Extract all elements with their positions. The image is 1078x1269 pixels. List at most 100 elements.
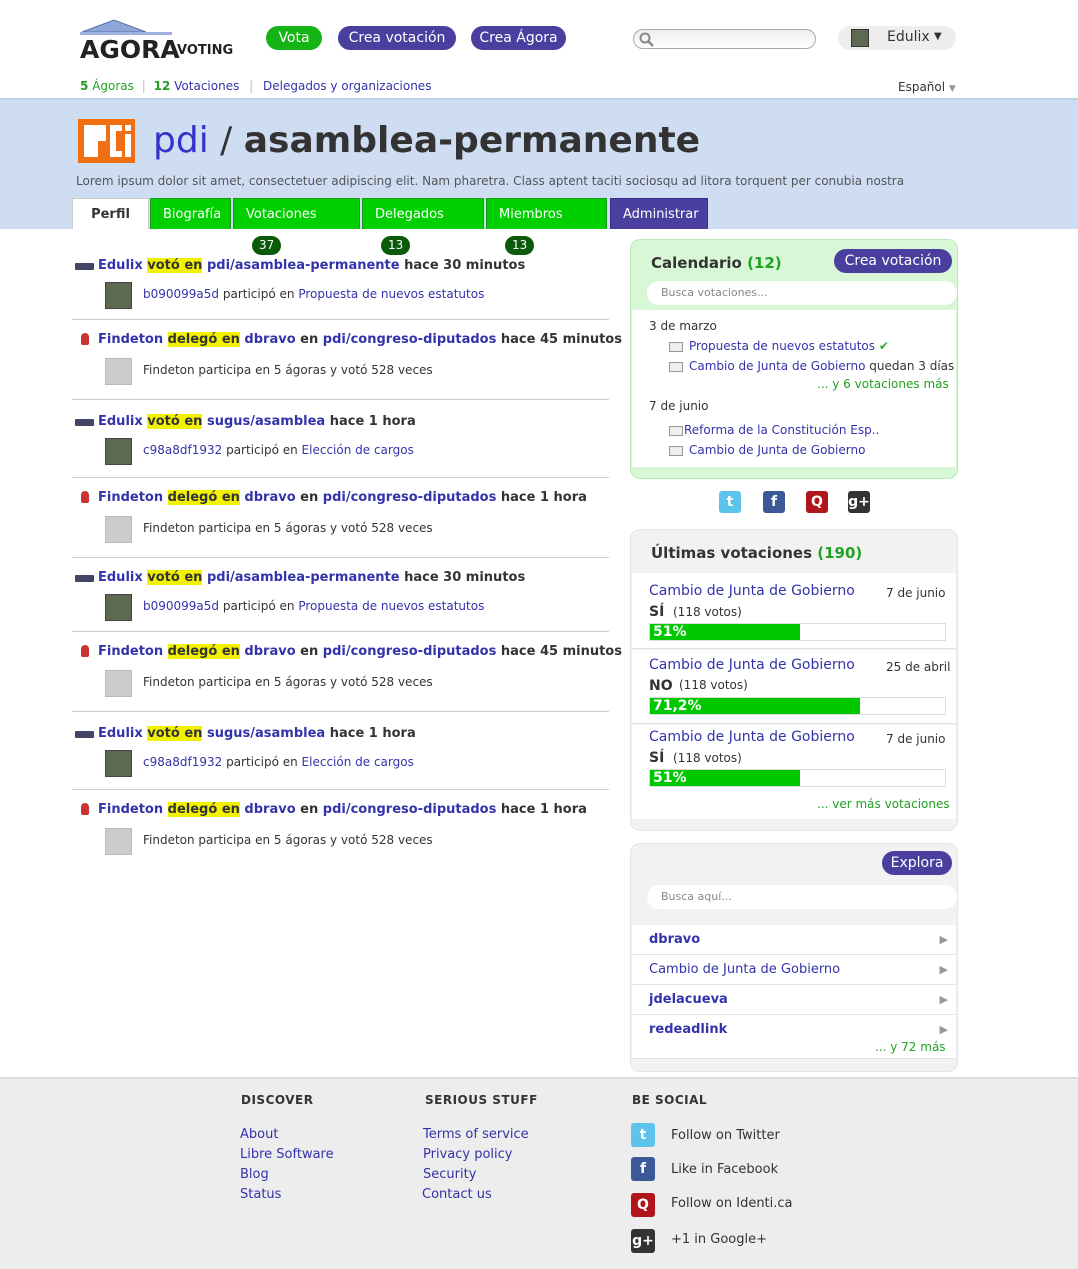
twitter-icon[interactable]: t [631,1123,655,1147]
feed-sub-user-link[interactable]: b090099a5d [143,599,219,613]
feed-sub-link[interactable]: Elección de cargos [302,755,414,769]
arrow-right-icon: ▶ [939,993,948,1006]
avatar[interactable] [105,750,132,777]
explore-item[interactable]: Cambio de Junta de Gobierno ▶ [632,955,956,985]
create-vote-button[interactable]: Crea votación [834,249,952,273]
googleplus-icon[interactable]: g+ [848,491,870,513]
avatar[interactable] [105,670,132,697]
footer-link-status[interactable]: Status [240,1187,281,1202]
footer-social-facebook[interactable]: Like in Facebook [671,1162,778,1177]
tab-administrar[interactable]: Administrar [610,198,708,229]
explore-item[interactable]: dbravo ▶ [632,925,956,955]
calendar-item[interactable]: Cambio de Junta de Gobierno [669,443,865,457]
twitter-icon[interactable]: t [719,491,741,513]
feed-target2-link[interactable]: pdi/congreso-diputados [323,802,497,817]
vote-title-link[interactable]: Cambio de Junta de Gobierno [649,729,855,745]
feed-sub-user-link[interactable]: b090099a5d [143,287,219,301]
identica-icon[interactable]: Q [631,1193,655,1217]
googleplus-icon[interactable]: g+ [631,1229,655,1253]
calendar-item-link[interactable]: Cambio de Junta de Gobierno [689,443,865,457]
feed-target-link[interactable]: dbravo [244,490,295,505]
calendar-search-input[interactable]: Busca votaciones... [647,281,957,305]
explore-item-link[interactable]: jdelacueva [649,992,728,1007]
feed-user-link[interactable]: Findeton [98,490,163,505]
more-link[interactable]: ... y 6 votaciones más [817,377,949,391]
tab-votaciones[interactable]: Votaciones 37 [233,198,360,255]
create-vote-button[interactable]: Crea votación [338,26,456,50]
calendar-more-link[interactable]: ... y 6 votaciones más [817,377,949,391]
tab-delegados[interactable]: Delegados 13 [362,198,484,255]
language-selector[interactable]: Español ▼ [898,80,956,94]
avatar[interactable] [105,438,132,465]
feed-user-link[interactable]: Edulix [98,726,143,741]
facebook-icon[interactable]: f [631,1157,655,1181]
footer-link-contact[interactable]: Contact us [422,1187,492,1202]
feed-target-link[interactable]: pdi/asamblea-permanente [207,570,400,585]
agoras-link[interactable]: Ágoras [92,79,134,93]
feed-sub-user-link[interactable]: c98a8df1932 [143,755,222,769]
facebook-icon[interactable]: f [763,491,785,513]
footer-social-twitter[interactable]: Follow on Twitter [671,1128,780,1143]
footer-link-blog[interactable]: Blog [240,1167,269,1182]
feed-user-link[interactable]: Findeton [98,644,163,659]
calendar-item-link[interactable]: Cambio de Junta de Gobierno [689,359,865,373]
feed-target2-link[interactable]: pdi/congreso-diputados [323,644,497,659]
explore-item-link[interactable]: Cambio de Junta de Gobierno [649,962,840,977]
feed-user-link[interactable]: Findeton [98,332,163,347]
avatar[interactable] [105,828,132,855]
footer-social-googleplus[interactable]: +1 in Google+ [671,1232,767,1247]
feed-target2-link[interactable]: pdi/congreso-diputados [323,332,497,347]
footer-link-terms[interactable]: Terms of service [423,1127,529,1142]
agora-voting-logo[interactable]: AGORA VOTING [78,18,243,64]
calendar-item[interactable]: Propuesta de nuevos estatutos ✔ [669,339,889,353]
calendar-item-link[interactable]: Reforma de la Constitución Esp.. [684,423,879,437]
feed-target2-link[interactable]: pdi/congreso-diputados [323,490,497,505]
tab-biografia[interactable]: Biografía [150,198,231,229]
identica-icon[interactable]: Q [806,491,828,513]
vote-title-link[interactable]: Cambio de Junta de Gobierno [649,657,855,673]
explore-search-input[interactable]: Busca aquí... [647,885,957,909]
feed-sub-link[interactable]: Elección de cargos [302,443,414,457]
tab-perfil[interactable]: Perfil [72,198,149,229]
feed-user-link[interactable]: Edulix [98,570,143,585]
footer-link-libre-software[interactable]: Libre Software [240,1147,334,1162]
feed-user-link[interactable]: Findeton [98,802,163,817]
feed-target-link[interactable]: pdi/asamblea-permanente [207,258,400,273]
feed-target-link[interactable]: dbravo [244,644,295,659]
calendar-item[interactable]: Cambio de Junta de Gobierno quedan 3 día… [669,359,954,373]
calendar-item[interactable]: Reforma de la Constitución Esp.. [669,423,879,437]
explore-item[interactable]: jdelacueva ▶ [632,985,956,1015]
avatar[interactable] [105,594,132,621]
feed-target-link[interactable]: dbravo [244,802,295,817]
calendar-item-link[interactable]: Propuesta de nuevos estatutos [689,339,875,353]
explore-item-link[interactable]: redeadlink [649,1022,727,1037]
footer-link-about[interactable]: About [240,1127,278,1142]
avatar[interactable] [105,358,132,385]
feed-user-link[interactable]: Edulix [98,258,143,273]
feed-sub-user-link[interactable]: c98a8df1932 [143,443,222,457]
create-agora-button[interactable]: Crea Ágora [471,26,566,50]
explore-item-link[interactable]: dbravo [649,932,700,947]
footer-link-privacy[interactable]: Privacy policy [423,1147,512,1162]
feed-target-link[interactable]: sugus/asamblea [207,414,325,429]
feed-target-link[interactable]: dbravo [244,332,295,347]
more-votes-link[interactable]: ... ver más votaciones [817,797,950,811]
user-menu[interactable]: Edulix ▼ [838,26,956,50]
feed-sub-link[interactable]: Propuesta de nuevos estatutos [298,287,484,301]
feed-target-link[interactable]: sugus/asamblea [207,726,325,741]
vote-button[interactable]: Vota [266,26,322,50]
tab-miembros[interactable]: Miembros 13 [486,198,607,255]
search-input[interactable] [633,29,816,49]
avatar[interactable] [105,516,132,543]
footer-link-security[interactable]: Security [423,1167,476,1182]
footer-social-identica[interactable]: Follow on Identi.ca [671,1196,793,1211]
org-link[interactable]: pdi [153,120,209,161]
avatar[interactable] [105,282,132,309]
feed-sub-link[interactable]: Propuesta de nuevos estatutos [298,599,484,613]
explore-button[interactable]: Explora [882,851,952,875]
votes-link[interactable]: Votaciones [174,79,239,93]
delegates-link[interactable]: Delegados y organizaciones [263,79,431,93]
vote-title-link[interactable]: Cambio de Junta de Gobierno [649,583,855,599]
more-explore-link[interactable]: ... y 72 más [875,1040,946,1054]
feed-user-link[interactable]: Edulix [98,414,143,429]
